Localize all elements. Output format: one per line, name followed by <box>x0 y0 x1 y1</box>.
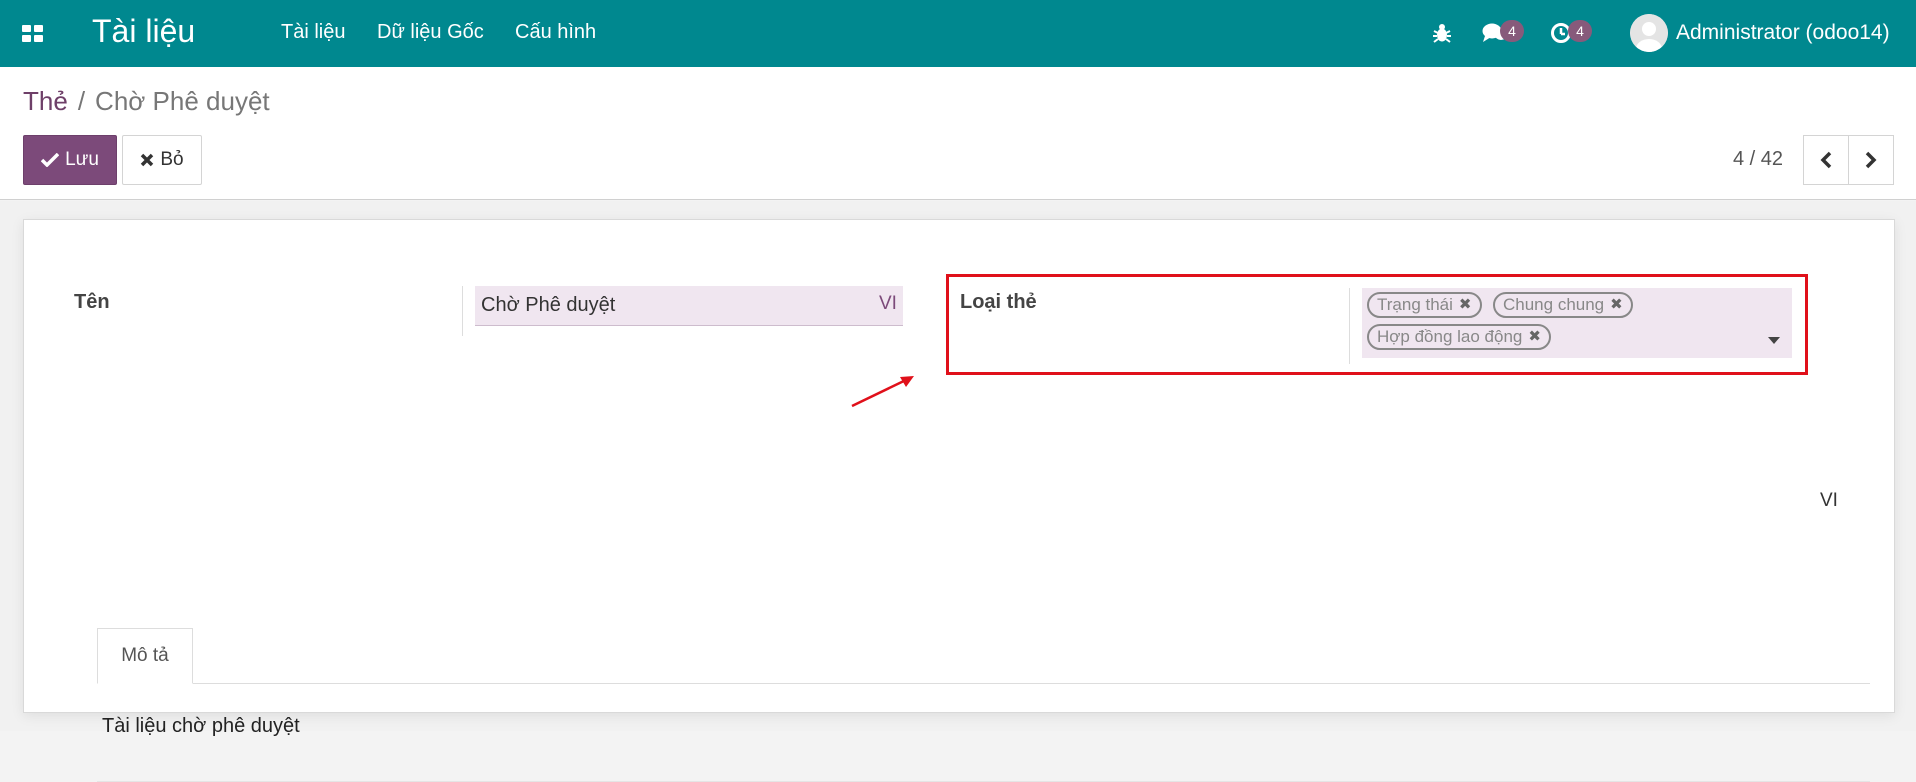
discard-button[interactable]: Bỏ <box>122 135 202 185</box>
name-translate-button[interactable]: VI <box>879 293 897 315</box>
user-avatar[interactable] <box>1630 14 1668 52</box>
activities-count-badge: 4 <box>1568 20 1592 42</box>
debug-bug-icon[interactable] <box>1432 22 1452 52</box>
apps-menu-icon[interactable] <box>22 25 44 43</box>
tag-chip-label: Trạng thái <box>1377 295 1453 314</box>
notebook-tab-bar <box>97 683 1870 684</box>
user-menu-name[interactable]: Administrator (odoo14) <box>1676 21 1890 45</box>
menu-item-configuration[interactable]: Cấu hình <box>515 21 596 44</box>
remove-tag-icon[interactable]: ✖ <box>1610 294 1623 316</box>
pager-previous-button[interactable] <box>1803 135 1849 185</box>
messages-count-badge: 4 <box>1500 20 1524 42</box>
breadcrumb-separator: / <box>77 86 86 116</box>
pager-next-button[interactable] <box>1848 135 1894 185</box>
menu-item-master-data[interactable]: Dữ liệu Gốc <box>377 21 484 44</box>
activities-clock-icon[interactable]: 4 <box>1550 20 1594 52</box>
breadcrumb: Thẻ / Chờ Phê duyệt <box>23 86 270 117</box>
remove-tag-icon[interactable]: ✖ <box>1528 326 1541 348</box>
save-button-label: Lưu <box>65 149 99 170</box>
chevron-right-icon <box>1865 151 1877 169</box>
tag-chip: Chung chung ✖ <box>1493 292 1633 318</box>
top-navbar: Tài liệu Tài liệu Dữ liệu Gốc Cấu hình 4 <box>0 0 1916 67</box>
menu-item-documents[interactable]: Tài liệu <box>281 21 345 44</box>
description-html-field[interactable]: Tài liệu chờ phê duyệt <box>102 715 300 738</box>
tag-chip-label: Chung chung <box>1503 295 1605 314</box>
breadcrumb-current: Chờ Phê duyệt <box>95 86 270 116</box>
discard-button-label: Bỏ <box>160 149 184 170</box>
annotation-arrow-icon <box>851 376 914 408</box>
description-translate-button[interactable]: VI <box>1820 490 1838 512</box>
tag-chip: Trạng thái ✖ <box>1367 292 1482 318</box>
tag-chip-label: Hợp đồng lao động <box>1377 327 1523 346</box>
tags-field-separator <box>1349 288 1350 364</box>
tab-description[interactable]: Mô tả <box>97 628 193 684</box>
name-input[interactable]: Chờ Phê duyệt <box>475 286 903 326</box>
name-field-separator <box>462 286 463 336</box>
save-button[interactable]: Lưu <box>23 135 117 185</box>
remove-tag-icon[interactable]: ✖ <box>1459 294 1472 316</box>
tag-chip: Hợp đồng lao động ✖ <box>1367 324 1551 350</box>
breadcrumb-parent-link[interactable]: Thẻ <box>23 86 68 116</box>
messages-icon[interactable]: 4 <box>1482 20 1526 52</box>
app-title: Tài liệu <box>92 13 196 49</box>
tag-type-many2many-field[interactable]: Trạng thái ✖ Chung chung ✖ Hợp đồng lao … <box>1362 288 1792 358</box>
control-panel: Thẻ / Chờ Phê duyệt Lưu Bỏ 4 / 42 <box>0 67 1916 200</box>
check-icon <box>41 153 60 167</box>
pager-value[interactable]: 4 / 42 <box>1733 148 1783 171</box>
form-sheet: Tên Chờ Phê duyệt VI Loại thẻ Trạng thái… <box>23 219 1895 782</box>
tag-type-label: Loại thẻ <box>960 291 1037 313</box>
name-label: Tên <box>74 291 110 313</box>
dropdown-caret-icon[interactable] <box>1768 337 1780 344</box>
close-icon <box>141 153 154 167</box>
chevron-left-icon <box>1820 151 1832 169</box>
